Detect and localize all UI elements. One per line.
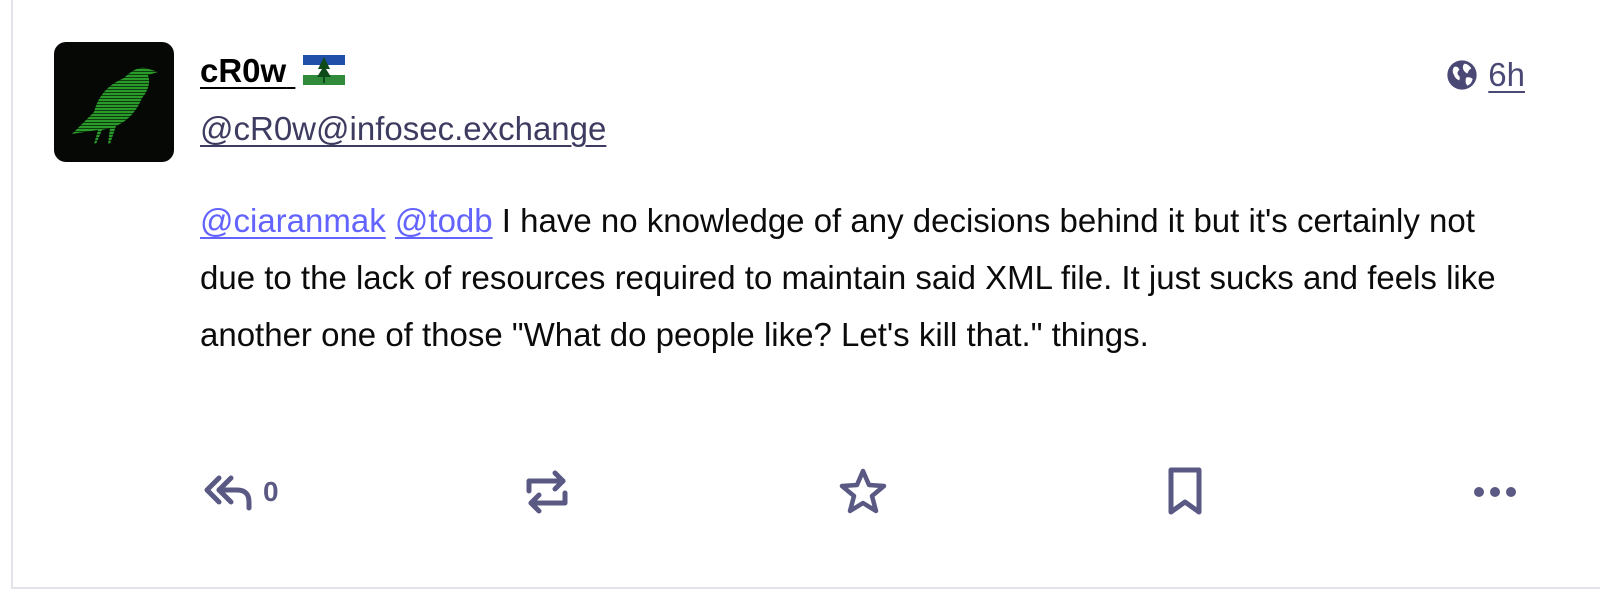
display-name[interactable]: cR0w [200,52,346,90]
post-meta: 6h [1446,56,1525,94]
more-button[interactable] [1471,462,1519,522]
bookmark-icon [1168,467,1202,515]
crow-avatar-image [72,67,158,144]
reply-button[interactable]: 0 [203,462,279,522]
favourite-button[interactable] [837,462,889,522]
relative-time-link[interactable]: 6h [1488,56,1525,94]
boost-icon [526,470,568,514]
avatar[interactable] [54,42,174,162]
reply-count: 0 [263,476,279,507]
post-content: @ciaranmak @todb I have no knowledge of … [200,192,1530,363]
globe-icon [1447,60,1477,90]
account-handle[interactable]: @cR0w@infosec.exchange [200,110,606,148]
mention-link[interactable]: @ciaranmak [200,202,386,239]
bookmark-button[interactable] [1163,462,1207,522]
star-icon [839,468,887,514]
reply-all-icon [204,475,252,511]
status-card[interactable]: cR0w @cR0w@infosec.exchange 6h @ciaranma… [11,0,1600,589]
display-name-text: cR0w [200,52,287,89]
boost-button[interactable] [523,462,571,522]
mention-link[interactable]: @todb [395,202,493,239]
action-bar: 0 [13,462,1600,522]
more-horizontal-icon [1474,487,1516,497]
flag-icon [303,55,346,86]
